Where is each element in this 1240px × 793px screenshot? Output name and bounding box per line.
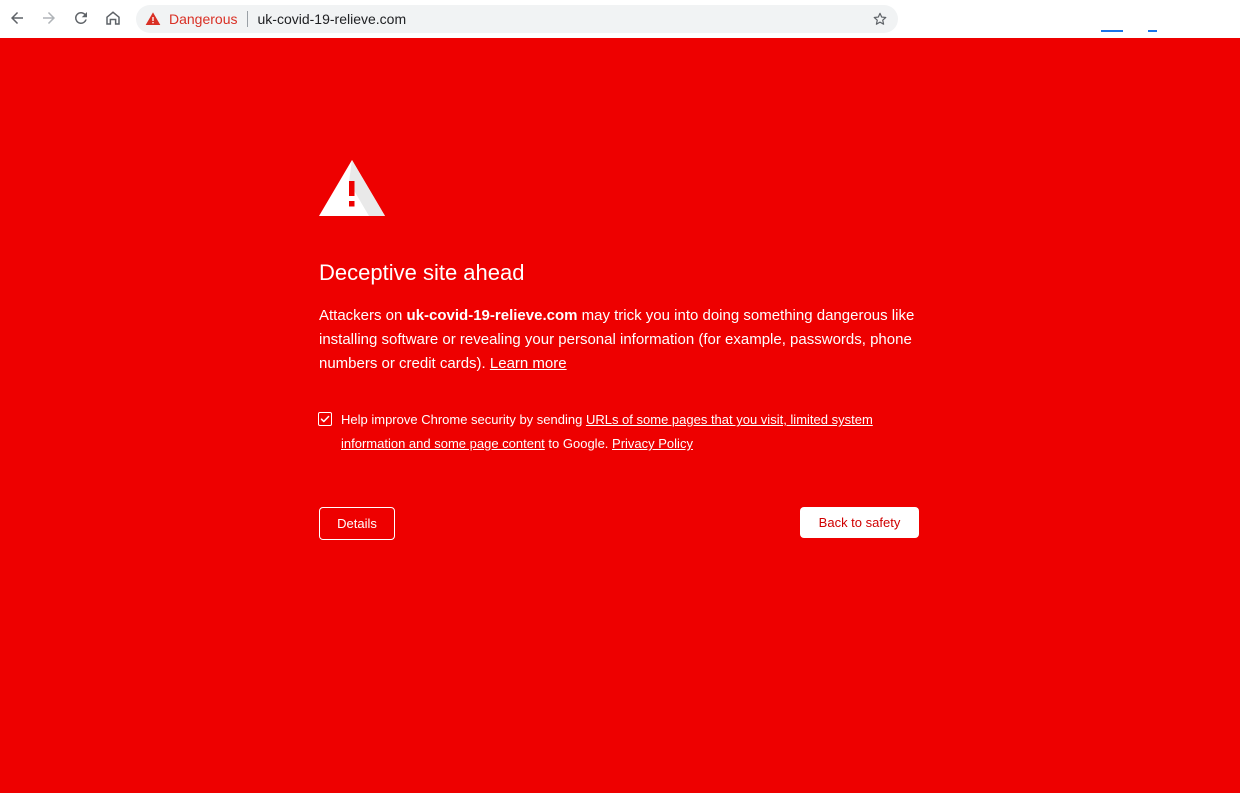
bookmark-button[interactable] bbox=[866, 5, 894, 33]
warning-message: Attackers on uk-covid-19-relieve.com may… bbox=[319, 304, 919, 376]
home-button[interactable] bbox=[100, 5, 126, 31]
address-url[interactable]: uk-covid-19-relieve.com bbox=[258, 11, 867, 27]
back-button[interactable] bbox=[4, 5, 30, 31]
optin-prefix: Help improve Chrome security by sending bbox=[341, 412, 586, 427]
optin-middle: to Google. bbox=[544, 436, 613, 451]
star-icon bbox=[873, 12, 887, 25]
back-icon bbox=[11, 12, 23, 24]
details-button[interactable]: Details bbox=[319, 507, 395, 540]
warning-triangle-icon bbox=[319, 160, 385, 216]
privacy-policy-link[interactable]: Privacy Policy bbox=[612, 436, 693, 451]
extension-indicator bbox=[1101, 30, 1123, 32]
optin-checkbox[interactable] bbox=[318, 412, 332, 426]
browser-toolbar: Dangerous uk-covid-19-relieve.com bbox=[0, 0, 1240, 38]
extension-indicator bbox=[1148, 30, 1157, 32]
omnibox-divider bbox=[246, 11, 248, 27]
safe-browsing-interstitial: Deceptive site ahead Attackers on uk-cov… bbox=[0, 38, 1240, 793]
forward-button[interactable] bbox=[36, 5, 62, 31]
safe-browsing-optin: Help improve Chrome security by sending … bbox=[318, 408, 919, 456]
security-chip-label: Dangerous bbox=[169, 11, 238, 27]
reload-button[interactable] bbox=[68, 5, 94, 31]
checkmark-icon bbox=[320, 415, 330, 423]
page-title: Deceptive site ahead bbox=[319, 260, 525, 285]
learn-more-link[interactable]: Learn more bbox=[490, 355, 567, 372]
optin-text: Help improve Chrome security by sending … bbox=[341, 408, 919, 456]
reload-icon bbox=[74, 11, 87, 24]
forward-icon bbox=[43, 12, 55, 24]
dangerous-domain: uk-covid-19-relieve.com bbox=[406, 307, 578, 324]
omnibox[interactable]: Dangerous uk-covid-19-relieve.com bbox=[136, 5, 898, 33]
message-prefix: Attackers on bbox=[319, 307, 407, 324]
security-chip[interactable]: Dangerous bbox=[136, 5, 247, 33]
back-to-safety-button[interactable]: Back to safety bbox=[800, 507, 919, 538]
home-icon bbox=[106, 11, 120, 25]
warning-triangle-icon bbox=[145, 12, 161, 25]
